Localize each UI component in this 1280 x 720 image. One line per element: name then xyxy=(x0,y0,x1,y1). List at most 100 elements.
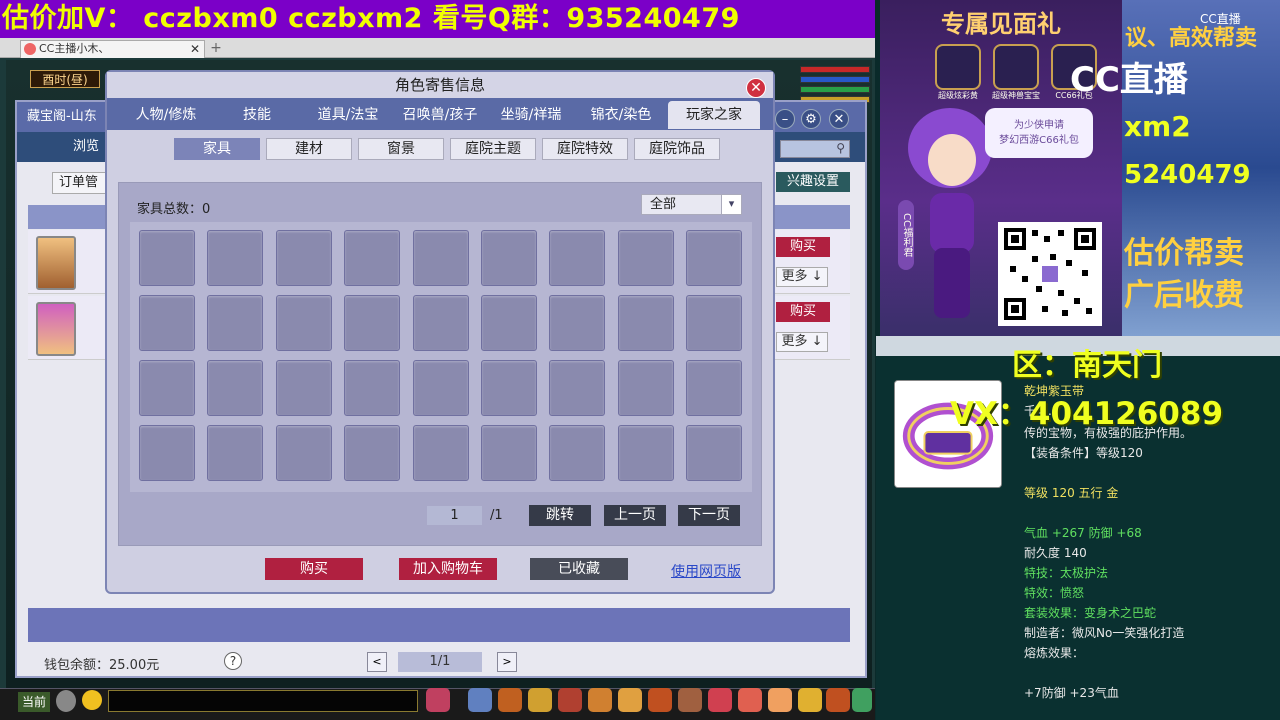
emoji-icon[interactable] xyxy=(82,690,102,710)
furniture-slot[interactable] xyxy=(481,295,537,351)
page-total: /1 xyxy=(490,508,503,523)
furniture-slot[interactable] xyxy=(139,295,195,351)
search-icon[interactable]: ⚲ xyxy=(836,141,845,155)
tab-items[interactable]: 道具/法宝 xyxy=(308,101,388,129)
furniture-slot[interactable] xyxy=(686,360,742,416)
tab-character[interactable]: 人物/修炼 xyxy=(120,101,212,129)
subtab-furniture[interactable]: 家具 xyxy=(174,138,260,160)
browser-tab[interactable]: CC主播小木、 ✕ xyxy=(20,40,205,58)
furniture-slot[interactable] xyxy=(618,360,674,416)
tab-summons[interactable]: 召唤兽/孩子 xyxy=(395,101,485,129)
cat-icon[interactable] xyxy=(426,688,450,712)
task-icon[interactable] xyxy=(678,688,702,712)
furniture-slot[interactable] xyxy=(549,360,605,416)
new-tab-button[interactable]: + xyxy=(208,40,224,56)
furniture-slot[interactable] xyxy=(549,295,605,351)
search-input[interactable]: ⚲ xyxy=(780,140,850,158)
gift-icon[interactable] xyxy=(738,688,762,712)
system-icon[interactable] xyxy=(826,688,850,712)
interest-settings-button[interactable]: 兴趣设置 xyxy=(776,172,850,192)
help-icon[interactable]: ? xyxy=(224,652,242,670)
page-input[interactable]: 1 xyxy=(427,506,482,525)
tab-mounts[interactable]: 坐骑/祥瑞 xyxy=(490,101,572,129)
furniture-slot[interactable] xyxy=(549,230,605,286)
row-buy-button[interactable]: 购买 xyxy=(776,302,830,322)
furniture-slot[interactable] xyxy=(481,425,537,481)
skill-icon[interactable] xyxy=(528,688,552,712)
subtab-windows[interactable]: 窗景 xyxy=(358,138,444,160)
furniture-slot[interactable] xyxy=(139,230,195,286)
furniture-slot[interactable] xyxy=(686,230,742,286)
furniture-slot[interactable] xyxy=(207,425,263,481)
chat-input[interactable] xyxy=(108,690,418,712)
furniture-slot[interactable] xyxy=(618,425,674,481)
furniture-slot[interactable] xyxy=(207,295,263,351)
furniture-slot[interactable] xyxy=(276,230,332,286)
item-line: 套装效果：变身术之巴蛇 xyxy=(1024,606,1157,620)
page-prev-button[interactable]: < xyxy=(367,652,387,672)
pet-icon[interactable] xyxy=(558,688,582,712)
tab-player-home[interactable]: 玩家之家 xyxy=(668,101,760,129)
browser-tab-title: CC主播小木、 xyxy=(39,42,110,55)
furniture-slot[interactable] xyxy=(276,425,332,481)
furniture-slot[interactable] xyxy=(686,425,742,481)
minimize-icon[interactable]: – xyxy=(775,109,795,129)
furniture-slot[interactable] xyxy=(207,230,263,286)
furniture-slot[interactable] xyxy=(139,360,195,416)
gang-icon[interactable] xyxy=(648,688,672,712)
furniture-slot[interactable] xyxy=(618,230,674,286)
settings-icon[interactable] xyxy=(852,688,872,712)
microphone-icon[interactable] xyxy=(56,690,76,712)
furniture-slot[interactable] xyxy=(344,425,400,481)
friend-icon[interactable] xyxy=(618,688,642,712)
subtab-materials[interactable]: 建材 xyxy=(266,138,352,160)
chevron-down-icon[interactable]: ▾ xyxy=(721,195,741,214)
row-more-button[interactable]: 更多 ↓ xyxy=(776,267,828,287)
add-to-cart-button[interactable]: 加入购物车 xyxy=(399,558,497,580)
subtab-yard-decor[interactable]: 庭院饰品 xyxy=(634,138,720,160)
close-window-icon[interactable]: ✕ xyxy=(829,109,849,129)
shop-icon[interactable] xyxy=(708,688,732,712)
item-line: 等级 120 五行 金 xyxy=(1024,486,1119,500)
page-next-button[interactable]: > xyxy=(497,652,517,672)
sword-icon[interactable] xyxy=(468,688,492,712)
tab-outfits[interactable]: 锦衣/染色 xyxy=(580,101,662,129)
furniture-slot[interactable] xyxy=(481,360,537,416)
web-version-link[interactable]: 使用网页版 xyxy=(671,561,741,581)
smile-icon[interactable] xyxy=(798,688,822,712)
jump-button[interactable]: 跳转 xyxy=(529,505,591,526)
order-manage-button[interactable]: 订单管 xyxy=(52,172,112,194)
subtab-yard-theme[interactable]: 庭院主题 xyxy=(450,138,536,160)
furniture-slot[interactable] xyxy=(413,360,469,416)
row-buy-button[interactable]: 购买 xyxy=(776,237,830,257)
furniture-slot[interactable] xyxy=(344,295,400,351)
prev-page-button[interactable]: 上一页 xyxy=(604,505,666,526)
furniture-slot[interactable] xyxy=(276,295,332,351)
row-more-button[interactable]: 更多 ↓ xyxy=(776,332,828,352)
bag-icon[interactable] xyxy=(498,688,522,712)
tab-skills[interactable]: 技能 xyxy=(222,101,292,129)
furniture-slot[interactable] xyxy=(344,230,400,286)
side-label: CC福利君 xyxy=(898,200,914,270)
dialog-close-icon[interactable]: ✕ xyxy=(746,78,766,98)
chat-channel-button[interactable]: 当前 xyxy=(18,692,50,712)
furniture-slot[interactable] xyxy=(481,230,537,286)
buy-button[interactable]: 购买 xyxy=(265,558,363,580)
furniture-slot[interactable] xyxy=(207,360,263,416)
subtab-yard-effects[interactable]: 庭院特效 xyxy=(542,138,628,160)
settings-gear-icon[interactable]: ⚙ xyxy=(801,109,821,129)
favorited-button[interactable]: 已收藏 xyxy=(530,558,628,580)
furniture-slot[interactable] xyxy=(413,295,469,351)
next-page-button[interactable]: 下一页 xyxy=(678,505,740,526)
furniture-slot[interactable] xyxy=(413,230,469,286)
team-icon[interactable] xyxy=(588,688,612,712)
furniture-slot[interactable] xyxy=(276,360,332,416)
furniture-slot[interactable] xyxy=(413,425,469,481)
furniture-slot[interactable] xyxy=(344,360,400,416)
furniture-slot[interactable] xyxy=(686,295,742,351)
furniture-slot[interactable] xyxy=(549,425,605,481)
furniture-slot[interactable] xyxy=(618,295,674,351)
home-icon[interactable] xyxy=(768,688,792,712)
close-tab-icon[interactable]: ✕ xyxy=(190,41,200,57)
furniture-slot[interactable] xyxy=(139,425,195,481)
